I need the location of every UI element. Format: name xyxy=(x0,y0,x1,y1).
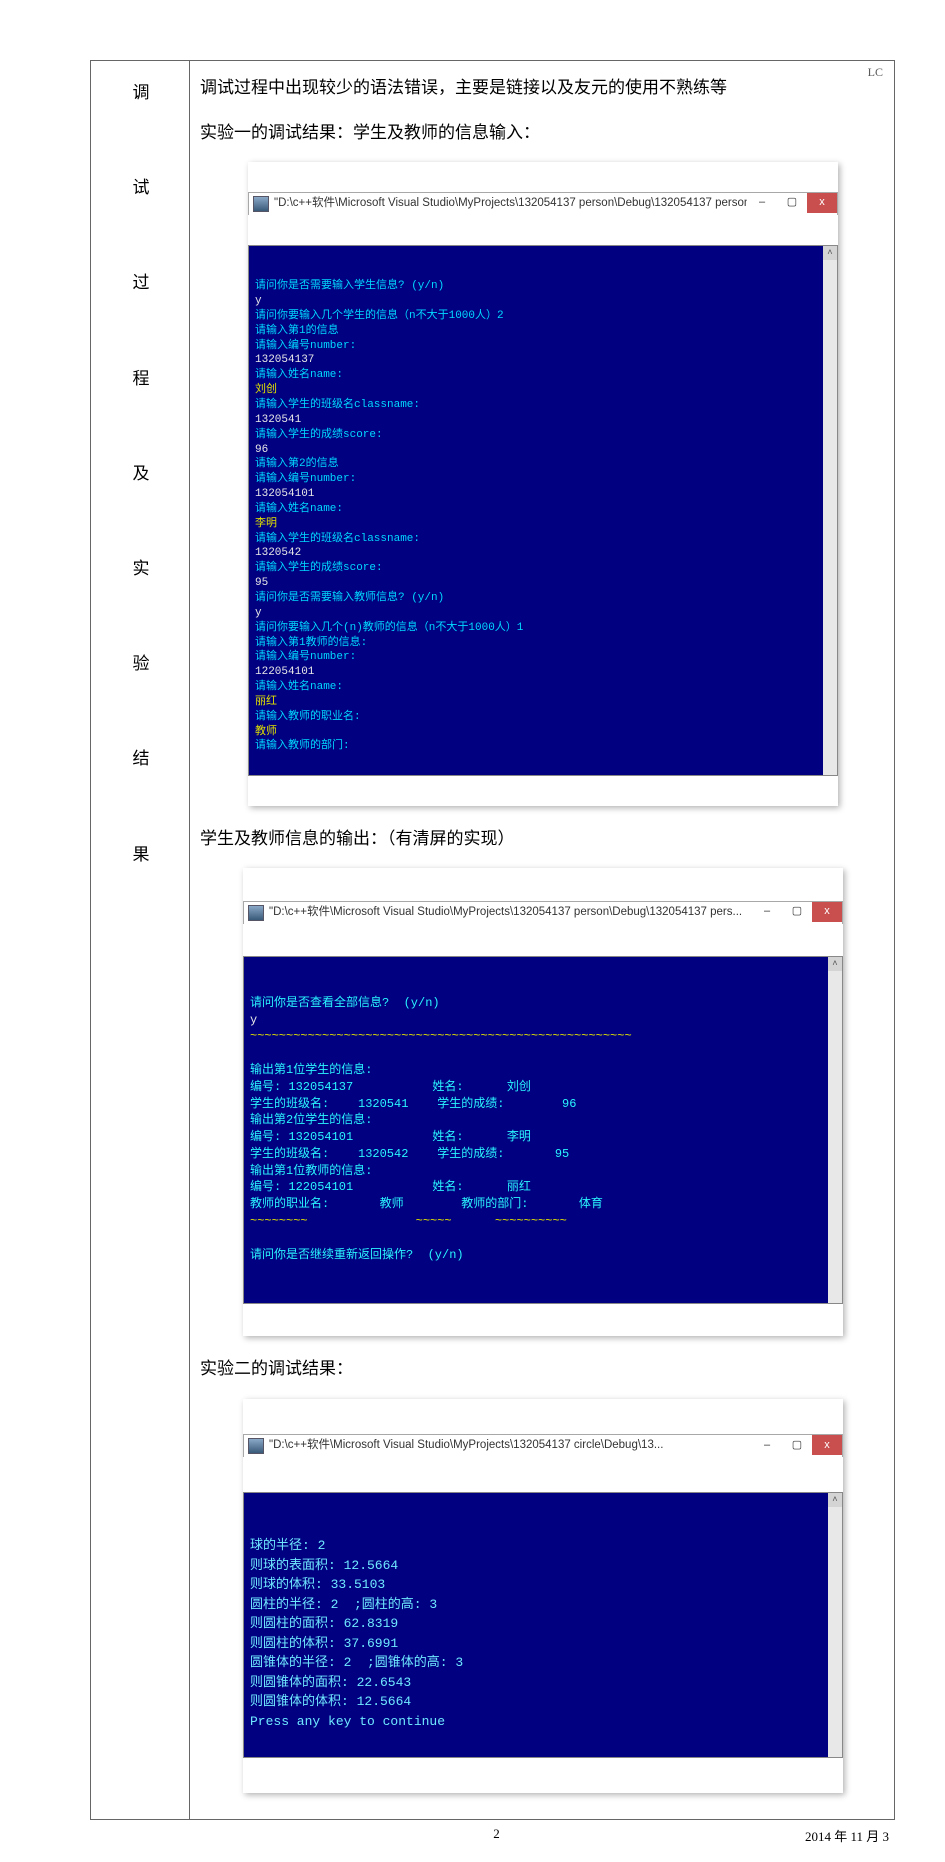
header-mark: LC xyxy=(868,65,883,80)
c1-l28: 丽红 xyxy=(255,696,277,708)
main-table: 调 试 过 程 及 实 验 结 果 调试过程中出现较少的语法错误，主要是链接以及… xyxy=(90,60,895,1820)
scroll-up-icon[interactable]: ˄ xyxy=(828,1493,842,1507)
c1-l6: 请输入姓名name: xyxy=(255,369,343,381)
c3-l2: 则球的体积: 33.5103 xyxy=(250,1577,385,1592)
c1-l27: 请输入姓名name: xyxy=(255,681,343,693)
content-cell: 调试过程中出现较少的语法错误，主要是链接以及友元的使用不熟练等 实验一的调试结果… xyxy=(190,61,895,1820)
c2-t1b: 教师的职业名: 教师 教师的部门: 体育 xyxy=(250,1197,603,1211)
close-button[interactable]: x xyxy=(812,902,842,922)
side-label: 调 试 过 程 及 实 验 结 果 xyxy=(101,69,181,878)
console3-titlebar: "D:\c++软件\Microsoft Visual Studio\MyProj… xyxy=(243,1434,843,1457)
c1-l10: 请输入学生的成绩score: xyxy=(255,429,383,441)
close-button[interactable]: x xyxy=(807,193,837,213)
c1-l0: 请问你是否需要输入学生信息? (y/n) xyxy=(255,280,444,292)
maximize-button[interactable]: ▢ xyxy=(782,1435,812,1455)
console-icon xyxy=(248,905,264,921)
console-window-3: "D:\c++软件\Microsoft Visual Studio\MyProj… xyxy=(243,1399,843,1793)
c2-ask: 请问你是否继续重新返回操作? (y/n) xyxy=(250,1248,464,1262)
c3-l8: 则圆锥体的体积: 12.5664 xyxy=(250,1694,411,1709)
console1-body: ˄ 请问你是否需要输入学生信息? (y/n) y 请问你要输入几个学生的信息（n… xyxy=(248,245,838,777)
c2-s1h: 输出第1位学生的信息: xyxy=(250,1063,372,1077)
c2-ask0: 请问你是否查看全部信息? (y/n) xyxy=(250,996,440,1010)
maximize-button[interactable]: ▢ xyxy=(777,193,807,213)
c2-t1a: 编号: 122054101 姓名: 丽红 xyxy=(250,1180,531,1194)
footer-date: 2014 年 11 月 3 xyxy=(805,1826,889,1845)
c2-t1h: 输出第1位教师的信息: xyxy=(250,1164,372,1178)
console-icon xyxy=(248,1438,264,1454)
console2-title: "D:\c++软件\Microsoft Visual Studio\MyProj… xyxy=(269,905,752,921)
c3-l9: Press any key to continue xyxy=(250,1714,445,1729)
c1-l31: 请输入教师的部门: xyxy=(255,740,350,752)
exp1-heading: 实验一的调试结果：学生及教师的信息输入： xyxy=(200,118,886,149)
scroll-up-icon[interactable]: ˄ xyxy=(828,957,842,971)
c1-l11: 96 xyxy=(255,444,268,456)
c1-l20: 95 xyxy=(255,577,268,589)
console-window-2: "D:\c++软件\Microsoft Visual Studio\MyProj… xyxy=(243,868,843,1336)
c1-l4: 请输入编号number: xyxy=(255,340,356,352)
c1-l16: 李明 xyxy=(255,518,277,530)
minimize-button[interactable]: – xyxy=(752,902,782,922)
c1-l7: 刘创 xyxy=(255,384,277,396)
c3-l4: 则圆柱的面积: 62.8319 xyxy=(250,1616,398,1631)
c1-l5: 132054137 xyxy=(255,354,314,366)
c2-wave2: ~~~~~~~~ ~~~~~ ~~~~~~~~~~ xyxy=(250,1214,567,1228)
c1-l19: 请输入学生的成绩score: xyxy=(255,562,383,574)
c3-l0: 球的半径: 2 xyxy=(250,1538,325,1553)
c2-s2a: 编号: 132054101 姓名: 李明 xyxy=(250,1130,531,1144)
exp2-heading: 实验二的调试结果： xyxy=(200,1354,886,1385)
maximize-button[interactable]: ▢ xyxy=(782,902,812,922)
console-icon xyxy=(253,196,269,212)
minimize-button[interactable]: – xyxy=(747,193,777,213)
c1-l25: 请输入编号number: xyxy=(255,651,356,663)
c2-wave: ~~~~~~~~~~~~~~~~~~~~~~~~~~~~~~~~~~~~~~~~… xyxy=(250,1029,632,1043)
c1-l22: y xyxy=(255,607,262,619)
intro-text: 调试过程中出现较少的语法错误，主要是链接以及友元的使用不熟练等 xyxy=(200,73,886,104)
console1-titlebar: "D:\c++软件\Microsoft Visual Studio\MyProj… xyxy=(248,192,838,215)
exp1-output-heading: 学生及教师信息的输出：（有清屏的实现） xyxy=(200,824,886,855)
c2-s2h: 输出第2位学生的信息: xyxy=(250,1113,372,1127)
c3-l7: 则圆锥体的面积: 22.6543 xyxy=(250,1675,411,1690)
c3-l6: 圆锥体的半径: 2 ;圆锥体的高: 3 xyxy=(250,1655,463,1670)
c1-l14: 132054101 xyxy=(255,488,314,500)
console2-titlebar: "D:\c++软件\Microsoft Visual Studio\MyProj… xyxy=(243,901,843,924)
c1-l15: 请输入姓名name: xyxy=(255,503,343,515)
c1-l9: 1320541 xyxy=(255,414,301,426)
c1-l30: 教师 xyxy=(255,726,277,738)
c1-l8: 请输入学生的班级名classname: xyxy=(255,399,420,411)
c1-l24: 请输入第1教师的信息: xyxy=(255,637,367,649)
c1-l26: 122054101 xyxy=(255,666,314,678)
c2-y: y xyxy=(250,1013,257,1027)
page-number: 2 xyxy=(493,1826,500,1842)
c1-l29: 请输入教师的职业名: xyxy=(255,711,361,723)
c1-l12: 请输入第2的信息 xyxy=(255,458,339,470)
c3-l5: 则圆柱的体积: 37.6991 xyxy=(250,1636,398,1651)
c1-l13: 请输入编号number: xyxy=(255,473,356,485)
c2-s1b: 学生的班级名: 1320541 学生的成绩: 96 xyxy=(250,1097,576,1111)
c1-l17: 请输入学生的班级名classname: xyxy=(255,533,420,545)
console-window-1: "D:\c++软件\Microsoft Visual Studio\MyProj… xyxy=(248,162,838,806)
c1-l2: 请问你要输入几个学生的信息（n不大于1000人）2 xyxy=(255,310,504,322)
c2-s1a: 编号: 132054137 姓名: 刘创 xyxy=(250,1080,531,1094)
scrollbar[interactable]: ˄ xyxy=(823,246,837,776)
side-label-cell: 调 试 过 程 及 实 验 结 果 xyxy=(91,61,190,1820)
minimize-button[interactable]: – xyxy=(752,1435,782,1455)
console3-title: "D:\c++软件\Microsoft Visual Studio\MyProj… xyxy=(269,1438,752,1454)
c1-l3: 请输入第1的信息 xyxy=(255,325,339,337)
close-button[interactable]: x xyxy=(812,1435,842,1455)
scroll-up-icon[interactable]: ˄ xyxy=(823,246,837,260)
c1-l21: 请问你是否需要输入教师信息? (y/n) xyxy=(255,592,444,604)
c1-l1: y xyxy=(255,295,262,307)
console3-body: ˄ 球的半径: 2 则球的表面积: 12.5664 则球的体积: 33.5103… xyxy=(243,1492,843,1758)
page-footer: 2 2014 年 11 月 3 xyxy=(90,1820,903,1842)
c1-l18: 1320542 xyxy=(255,547,301,559)
c3-l1: 则球的表面积: 12.5664 xyxy=(250,1558,398,1573)
console2-body: ˄ 请问你是否查看全部信息? (y/n) y ~~~~~~~~~~~~~~~~~… xyxy=(243,956,843,1304)
c3-l3: 圆柱的半径: 2 ;圆柱的高: 3 xyxy=(250,1597,437,1612)
scrollbar[interactable]: ˄ xyxy=(828,1493,842,1757)
c1-l23: 请问你要输入几个(n)教师的信息（n不大于1000人）1 xyxy=(255,622,523,634)
scrollbar[interactable]: ˄ xyxy=(828,957,842,1303)
c2-s2b: 学生的班级名: 1320542 学生的成绩: 95 xyxy=(250,1147,569,1161)
console1-title: "D:\c++软件\Microsoft Visual Studio\MyProj… xyxy=(274,196,747,212)
